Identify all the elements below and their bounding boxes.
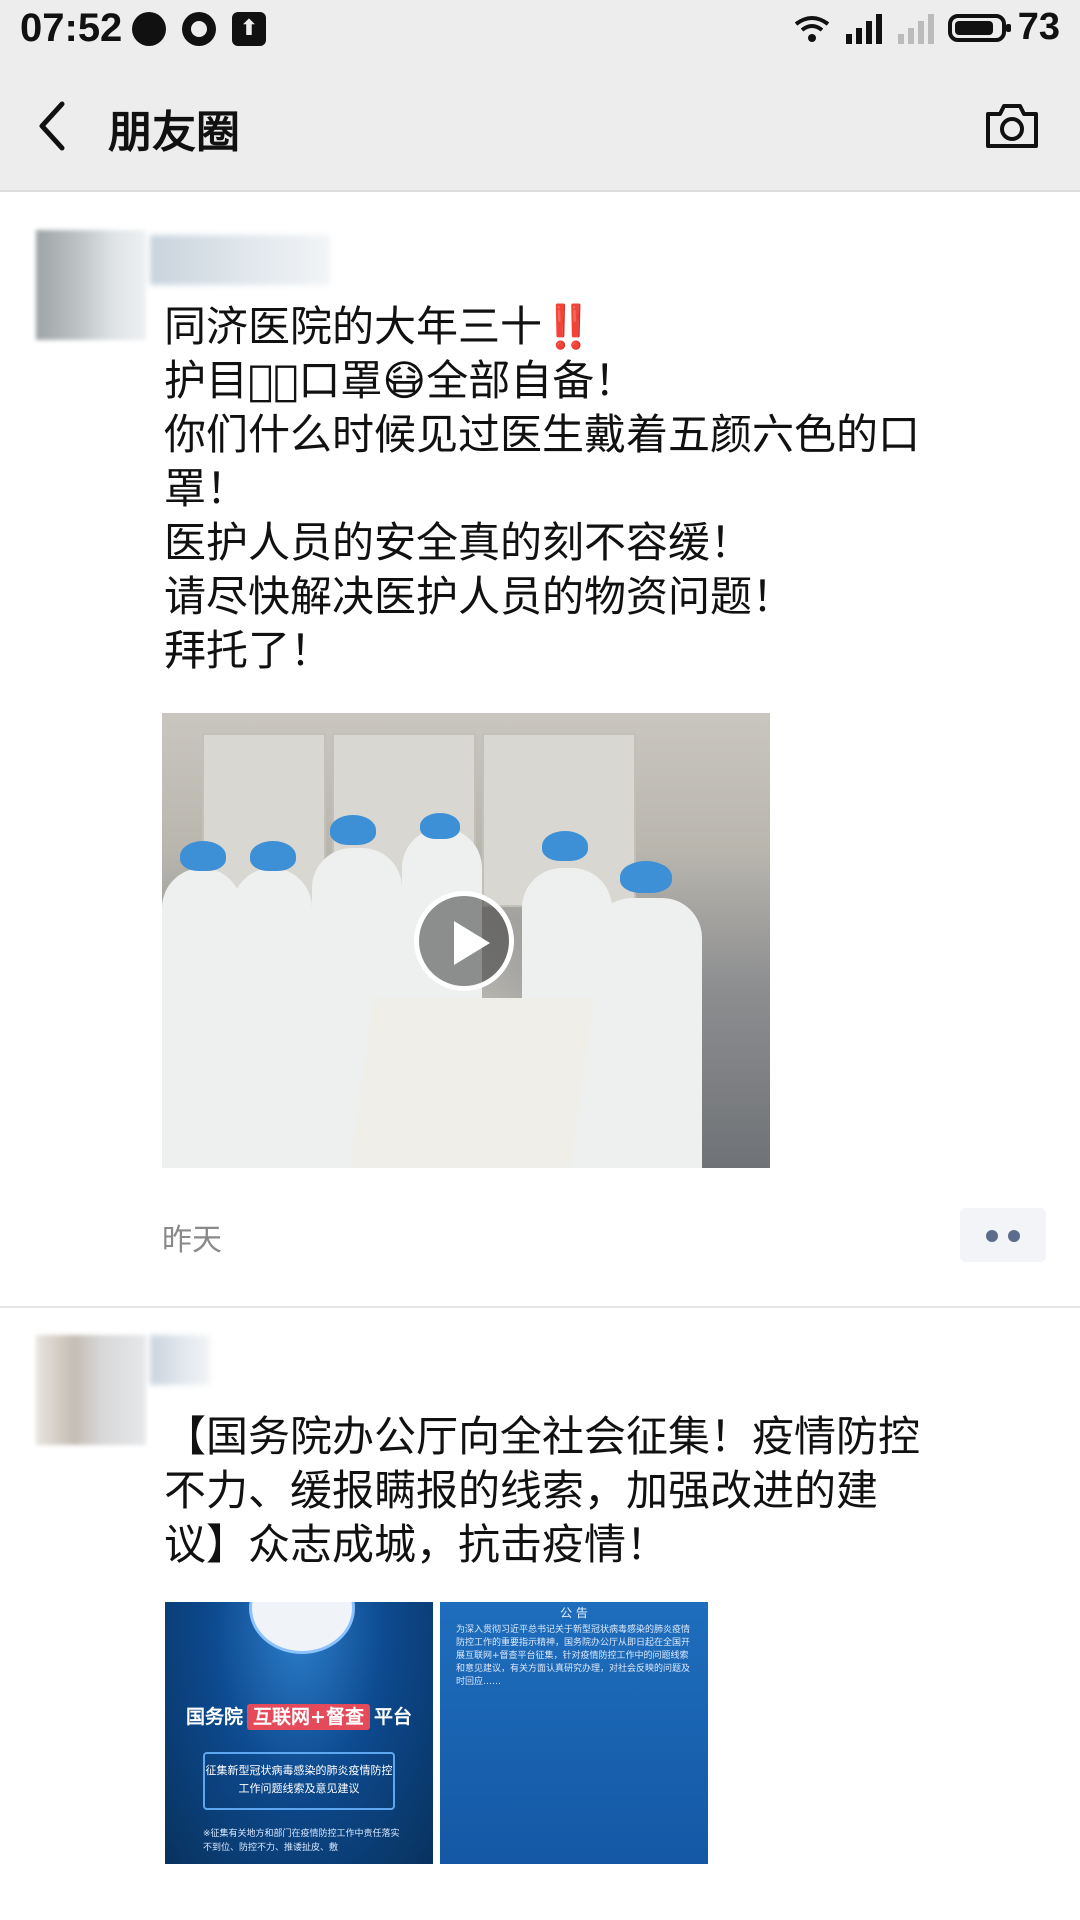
camera-icon[interactable]: [982, 98, 1042, 154]
post-line: 同济医院的大年三十‼️: [164, 302, 595, 351]
video-figure: [232, 868, 312, 1168]
video-figure: [162, 868, 242, 1168]
signal-2-icon: [897, 13, 934, 44]
status-bar: 07:52 ⬆ 73: [0, 0, 1080, 62]
battery-level: 73: [1017, 6, 1060, 48]
chevron-left-icon[interactable]: [30, 98, 80, 154]
nav-bar: 朋友圈: [0, 62, 1080, 192]
more-dot-icon: [1008, 1230, 1020, 1242]
video-cap: [620, 861, 672, 893]
water-drop-icon: [182, 12, 216, 46]
post-line: 请尽快解决医护人员的物资问题！: [164, 572, 795, 621]
qr-code-icon: [249, 1602, 355, 1654]
image-body-text: 为深入贯彻习近平总书记关于新型冠状病毒感染的肺炎疫情防控工作的重要指示精神，国务…: [456, 1625, 691, 1687]
post-image-left[interactable]: 国务院 互联网+督查 平台 征集新型冠状病毒感染的肺炎疫情防控工作问题线索及意见建议…: [165, 1602, 433, 1864]
video-cap: [542, 831, 588, 861]
page-title: 朋友圈: [108, 107, 240, 158]
post-line: 拜托了！: [164, 626, 333, 675]
username-blur[interactable]: [150, 1335, 210, 1385]
video-cap: [330, 815, 376, 845]
post-text: 同济医院的大年三十‼️ 护目镜⃣口罩😷全部自备！ 你们什么时候见过医生戴着五颜六…: [164, 300, 1014, 678]
image-foot-text: ※征集有关地方和部门在疫情防控工作中责任落实不到位、防控不力、推诿扯皮、敷: [203, 1829, 400, 1853]
image-title: 国务院 互联网+督查 平台: [186, 1704, 412, 1730]
post-divider: [0, 1306, 1080, 1308]
post-line: 议】众志成城，抗击疫情！: [164, 1520, 669, 1569]
notification-dot-icon: [132, 12, 166, 46]
battery-icon: [947, 13, 1011, 42]
video-cap: [250, 841, 296, 871]
video-cap: [180, 841, 226, 871]
post-line: 你们什么时候见过医生戴着五颜六色的口: [164, 410, 921, 459]
post-line: 【国务院办公厅向全社会征集！疫情防控: [164, 1412, 921, 1461]
upload-icon: ⬆: [232, 12, 266, 46]
more-dot-icon: [986, 1230, 998, 1242]
username-blur[interactable]: [150, 235, 330, 285]
avatar[interactable]: [36, 1335, 146, 1445]
post-image-right[interactable]: 公 告 为深入贯彻习近平总书记关于新型冠状病毒感染的肺炎疫情防控工作的重要指示精…: [440, 1602, 708, 1864]
signal-icon: [845, 13, 882, 44]
post-line: 医护人员的安全真的刻不容缓！: [164, 518, 753, 567]
post-timestamp: 昨天: [162, 1223, 222, 1258]
post-video[interactable]: [162, 713, 770, 1168]
video-table: [350, 998, 594, 1168]
avatar[interactable]: [36, 230, 146, 340]
post-line: 罩！: [164, 464, 249, 513]
image-box-text: 征集新型冠状病毒感染的肺炎疫情防控工作问题线索及意见建议: [203, 1752, 395, 1810]
video-cap: [420, 813, 460, 839]
image-title: 公 告: [560, 1606, 588, 1620]
wifi-icon: [794, 15, 829, 42]
video-figure: [592, 898, 702, 1168]
status-time: 07:52: [20, 6, 123, 50]
post-line: 不力、缓报瞒报的线索，加强改进的建: [164, 1466, 879, 1515]
post-line: 护目镜⃣口罩😷全部自备！: [164, 356, 637, 405]
more-options-button[interactable]: [960, 1208, 1046, 1262]
play-button[interactable]: [414, 891, 514, 991]
post-text: 【国务院办公厅向全社会征集！疫情防控 不力、缓报瞒报的线索，加强改进的建 议】众…: [164, 1410, 1014, 1572]
